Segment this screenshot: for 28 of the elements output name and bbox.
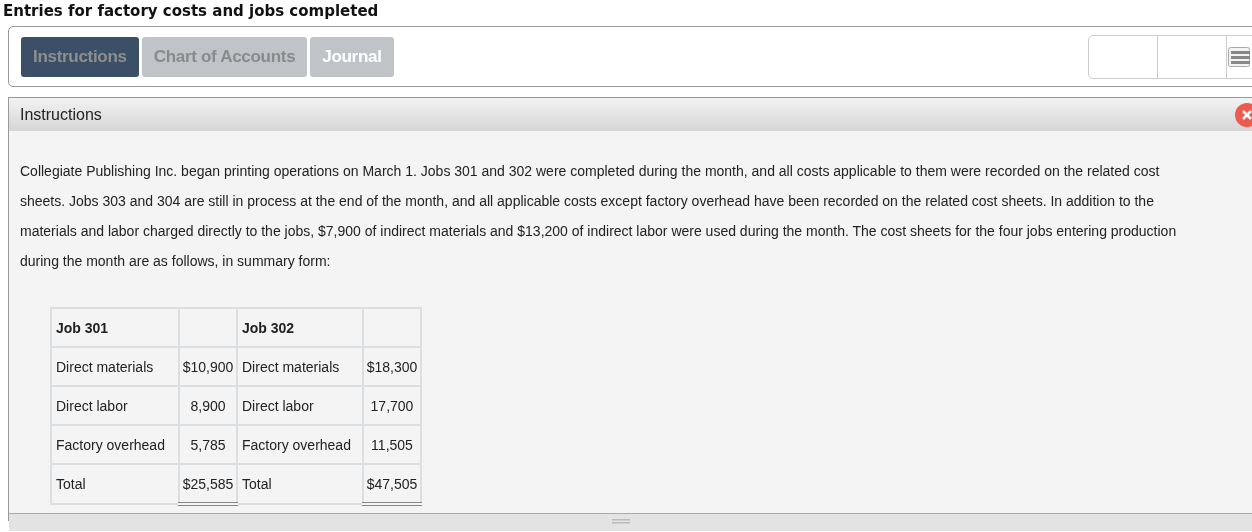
table-cell: Total (237, 464, 363, 504)
table-cell: 8,900 (179, 386, 237, 425)
table-cell: $25,585 (179, 464, 237, 504)
table-cell: Total (51, 464, 179, 504)
tab[interactable]: Journal (310, 36, 394, 77)
table-cell: $18,300 (363, 347, 421, 386)
instructions-text: Collegiate Publishing Inc. began printing operations on March 1. Jobs 301 and 302 were completed during the month, and all costs applicable to them were recorded on the related cost sheets. Jobs 303 and 304 are still in process at the end of the month, and all applicable costs except factory overhead have been recorded on the related cost sheets. In addition to the materials and labor charged directly to the jobs, $7,900 of indirect materials and $13,200 of indirect labor were used during the month. The cost sheets for the four jobs entering production during the month are as follows, in summary form: (19, 162, 1178, 271)
menu-icon[interactable] (1228, 46, 1250, 67)
table-cell: Direct materials (51, 347, 179, 386)
table-cell: Job 301 (51, 308, 179, 347)
table-cell: Direct materials (237, 347, 363, 386)
panel-title: Instructions (20, 105, 102, 124)
table-cell: $10,900 (179, 347, 237, 386)
tab[interactable]: Chart of Accounts (141, 36, 308, 77)
table-cell: 5,785 (179, 425, 237, 464)
table-cell: 17,700 (363, 386, 421, 425)
tab[interactable]: Instructions (21, 36, 139, 77)
table-cell: 11,505 (363, 425, 421, 464)
table-cell: $47,505 (363, 464, 421, 504)
table-cell: Direct labor (51, 386, 179, 425)
page-title: Entries for factory costs and jobs completed (3, 2, 379, 20)
table-cell: Direct labor (237, 386, 363, 425)
resize-bar[interactable] (9, 513, 1252, 531)
table-cell: Job 302 (237, 308, 363, 347)
table-cell: Factory overhead (237, 425, 363, 464)
close-icon[interactable] (1235, 103, 1252, 127)
grip-icon[interactable] (612, 519, 630, 524)
table-cell: Factory overhead (51, 425, 179, 464)
